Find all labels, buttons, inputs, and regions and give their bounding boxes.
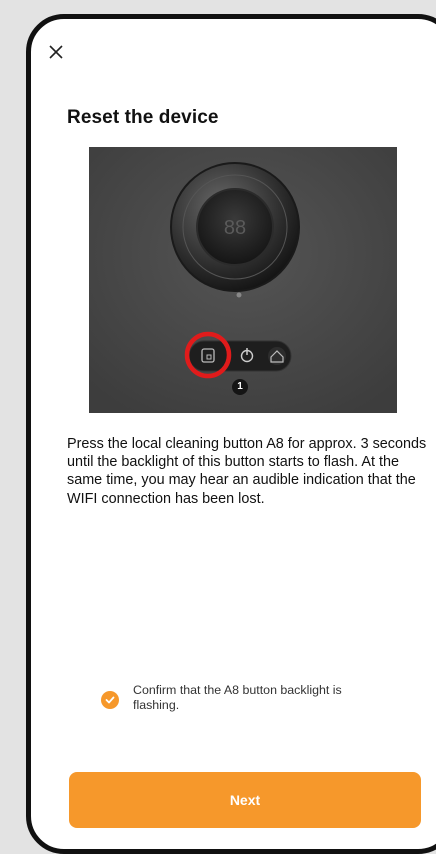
svg-text:88: 88 (224, 217, 246, 239)
button-marker-label: 1 (237, 381, 243, 392)
close-button[interactable] (45, 41, 67, 63)
device-illustration: 88 (89, 147, 397, 413)
page-title: Reset the device (67, 107, 219, 128)
next-button[interactable]: Next (69, 772, 421, 828)
device-image: 88 1 (89, 147, 397, 413)
check-icon[interactable] (101, 691, 119, 709)
confirm-label: Confirm that the A8 button backlight is … (133, 683, 342, 712)
close-icon (49, 45, 63, 59)
instructions-text: Press the local cleaning button A8 for a… (67, 436, 427, 507)
app-screen: Reset the device 88 1 Press the local cl… (26, 14, 436, 854)
confirm-checkbox[interactable]: Confirm that the A8 button backlight is … (101, 683, 421, 713)
